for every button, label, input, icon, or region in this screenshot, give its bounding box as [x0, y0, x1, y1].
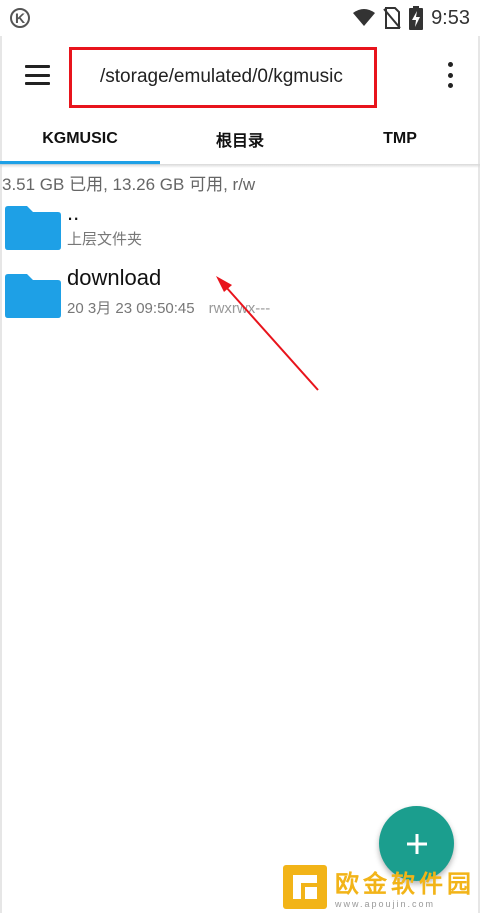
tab-tmp[interactable]: TMP	[320, 114, 480, 164]
list-item-parent-folder[interactable]: .. 上层文件夹	[0, 198, 480, 262]
list-item-download[interactable]: download 20 3月 23 09:50:45 rwxrwx---	[0, 264, 480, 328]
toolbar: /storage/emulated/0/kgmusic	[0, 36, 480, 114]
status-bar: K 9:53	[0, 0, 480, 36]
file-name: ..	[67, 200, 80, 225]
file-subtitle: 20 3月 23 09:50:45 rwxrwx---	[67, 297, 270, 318]
watermark-url: www.apoujin.com	[335, 899, 436, 909]
status-time: 9:53	[431, 6, 470, 29]
tab-shadow	[0, 164, 480, 168]
watermark: 欧金软件园 www.apoujin.com	[283, 860, 480, 913]
storage-info: 3.51 GB 已用, 13.26 GB 可用, r/w	[2, 175, 256, 194]
folder-icon	[5, 206, 61, 250]
current-path-highlight: /storage/emulated/0/kgmusic	[69, 47, 377, 108]
folder-icon	[5, 274, 61, 318]
wifi-icon	[353, 9, 376, 26]
plus-icon	[406, 833, 427, 854]
file-name: download	[67, 265, 162, 290]
watermark-text: 欧金软件园 www.apoujin.com	[335, 864, 475, 909]
tab-root[interactable]: 根目录	[160, 114, 320, 164]
watermark-logo	[283, 864, 327, 909]
current-path[interactable]: /storage/emulated/0/kgmusic	[100, 66, 343, 88]
file-date: 20 3月 23 09:50:45	[67, 300, 195, 317]
watermark-title: 欧金软件园	[335, 871, 475, 898]
file-permissions: rwxrwx---	[208, 300, 271, 317]
tab-bar: KGMUSIC 根目录 TMP	[0, 114, 480, 165]
file-subtitle: 上层文件夹	[67, 231, 143, 248]
no-sim-icon	[383, 7, 401, 29]
tab-kgmusic[interactable]: KGMUSIC	[0, 114, 160, 165]
watermark-logo-icon	[287, 868, 323, 905]
overflow-menu-icon[interactable]	[447, 62, 453, 88]
status-icons: 9:53	[353, 6, 470, 30]
menu-icon[interactable]	[25, 65, 50, 85]
app-notification-icon: K	[10, 8, 30, 28]
battery-charging-icon	[409, 6, 424, 30]
